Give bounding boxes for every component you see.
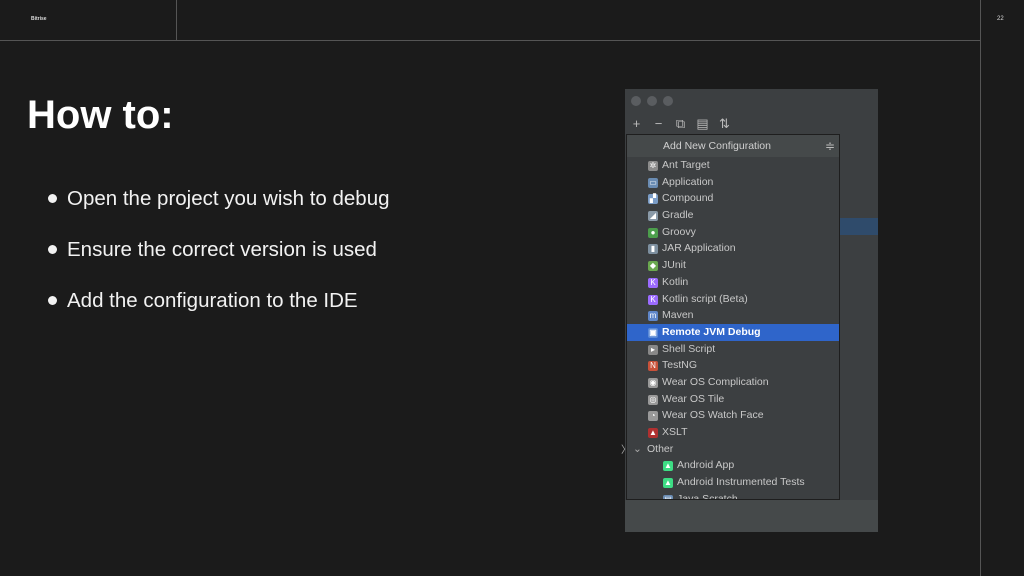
close-window-button[interactable] [631, 96, 641, 106]
config-item[interactable]: ◢ Gradle [627, 207, 839, 224]
configuration-list: ✲ Ant Target ▭ Application ▞ Compound ◢ Gradle ●… [627, 157, 839, 500]
bullet-dot [48, 194, 57, 203]
java-scratch-icon: ▤ [663, 494, 673, 499]
brand-logo: Bitrise [31, 16, 47, 22]
config-item-label: XSLT [662, 426, 688, 438]
kotlin-icon: K [648, 277, 658, 288]
config-item[interactable]: ◆ JUnit [627, 257, 839, 274]
config-item[interactable]: ▲ Android App [627, 457, 839, 474]
remote-debug-icon: ▣ [648, 327, 658, 338]
application-icon: ▭ [648, 177, 658, 188]
config-item[interactable]: K Kotlin [627, 274, 839, 291]
config-item-label: Application [662, 175, 714, 188]
maven-icon: m [648, 311, 658, 322]
config-item-label: Maven [662, 309, 694, 322]
config-item-label: Android App [677, 459, 735, 472]
selection-stripe [839, 218, 878, 235]
jar-icon: ▮ [648, 244, 658, 255]
config-item[interactable]: ● Groovy [627, 224, 839, 241]
compound-icon: ▞ [648, 194, 658, 205]
config-item-label: JAR Application [662, 242, 736, 255]
bullet-item: Ensure the correct version is used [46, 238, 390, 289]
config-item-label: Shell Script [662, 342, 716, 355]
bullet-dot [48, 296, 57, 305]
wear-os-complication-icon: ◉ [648, 377, 658, 388]
popup-header: Add New Configuration ≑ [627, 135, 839, 157]
header-separator [176, 0, 177, 41]
shell-script-icon: ▸ [648, 344, 658, 355]
config-item-label: Ant Target [662, 159, 710, 171]
config-item-label: Compound [662, 192, 714, 205]
config-item[interactable]: ▭ Application [627, 174, 839, 191]
junit-icon: ◆ [648, 261, 658, 272]
config-item-label: JUnit [662, 259, 686, 272]
config-item[interactable]: ▸ Shell Script [627, 341, 839, 358]
config-item-label: Remote JVM Debug [662, 325, 761, 338]
right-margin-divider [980, 0, 981, 576]
sort-icon[interactable]: ⇅ [718, 116, 731, 130]
chevron-down-icon: ⌄ [633, 442, 642, 455]
group-other[interactable]: ⌄ Other [627, 441, 839, 458]
config-item[interactable]: ✲ Ant Target [627, 157, 839, 174]
config-item-label: Groovy [662, 225, 696, 238]
slide-title: How to: [27, 93, 174, 137]
header-divider [0, 40, 980, 41]
group-label: Other [647, 442, 674, 455]
config-item[interactable]: ▤ Java Scratch [627, 491, 839, 500]
config-item[interactable]: ◔ Wear OS Watch Face [627, 407, 839, 424]
config-item[interactable]: ▲ Android Instrumented Tests [627, 474, 839, 491]
run-config-toolbar: + − ⧉ ▤ ⇅ [630, 115, 731, 131]
ant-icon: ✲ [648, 161, 658, 171]
config-item[interactable]: ◎ Wear OS Tile [627, 391, 839, 408]
kotlin-script-icon: K [648, 294, 658, 305]
config-item-label: Kotlin [662, 275, 689, 288]
bullet-text: Add the configuration to the IDE [67, 289, 358, 312]
filter-icon[interactable]: ≑ [825, 135, 835, 157]
minimize-window-button[interactable] [647, 96, 657, 106]
bullet-item: Add the configuration to the IDE [46, 289, 390, 340]
ide-bottom-panel [625, 500, 878, 532]
add-configuration-popup: Add New Configuration ≑ ✲ Ant Target ▭ Appl… [626, 134, 840, 500]
config-item-label: Android Instrumented Tests [677, 476, 805, 489]
add-icon[interactable]: + [630, 116, 643, 130]
config-item[interactable]: m Maven [627, 307, 839, 324]
remove-icon[interactable]: − [652, 116, 665, 130]
bullet-item: Open the project you wish to debug [46, 187, 390, 238]
copy-icon[interactable]: ⧉ [674, 116, 687, 130]
config-item-label: Kotlin script (Beta) [662, 292, 748, 305]
window-controls [631, 96, 673, 106]
config-item[interactable]: K Kotlin script (Beta) [627, 291, 839, 308]
config-item[interactable]: N TestNG [627, 357, 839, 374]
wear-os-watch-face-icon: ◔ [648, 411, 658, 422]
bullet-text: Open the project you wish to debug [67, 187, 390, 210]
testng-icon: N [648, 361, 658, 372]
config-item-label: Gradle [662, 209, 694, 222]
maximize-window-button[interactable] [663, 96, 673, 106]
config-item[interactable]: ◉ Wear OS Complication [627, 374, 839, 391]
config-item-label: TestNG [662, 359, 698, 372]
bullet-list: Open the project you wish to debug Ensur… [46, 187, 390, 340]
popup-title: Add New Configuration [663, 140, 771, 152]
xslt-icon: ▲ [648, 428, 658, 438]
config-item[interactable]: ▲ XSLT [627, 424, 839, 441]
config-item-label: Wear OS Complication [662, 375, 769, 388]
config-item-label: Wear OS Tile [662, 392, 725, 405]
bullet-text: Ensure the correct version is used [67, 238, 377, 261]
config-item-label: Java Scratch [677, 492, 738, 500]
config-item[interactable]: ▣ Remote JVM Debug [627, 323, 839, 341]
wear-os-tile-icon: ◎ [648, 394, 658, 405]
android-test-icon: ▲ [663, 478, 673, 489]
config-item[interactable]: ▞ Compound [627, 190, 839, 207]
page-number: 22 [997, 16, 1004, 22]
android-icon: ▲ [663, 461, 673, 472]
bullet-dot [48, 245, 57, 254]
gradle-icon: ◢ [648, 211, 658, 222]
groovy-icon: ● [648, 227, 658, 238]
config-item[interactable]: ▮ JAR Application [627, 240, 839, 257]
folder-icon[interactable]: ▤ [696, 116, 709, 130]
config-item-label: Wear OS Watch Face [662, 409, 764, 422]
